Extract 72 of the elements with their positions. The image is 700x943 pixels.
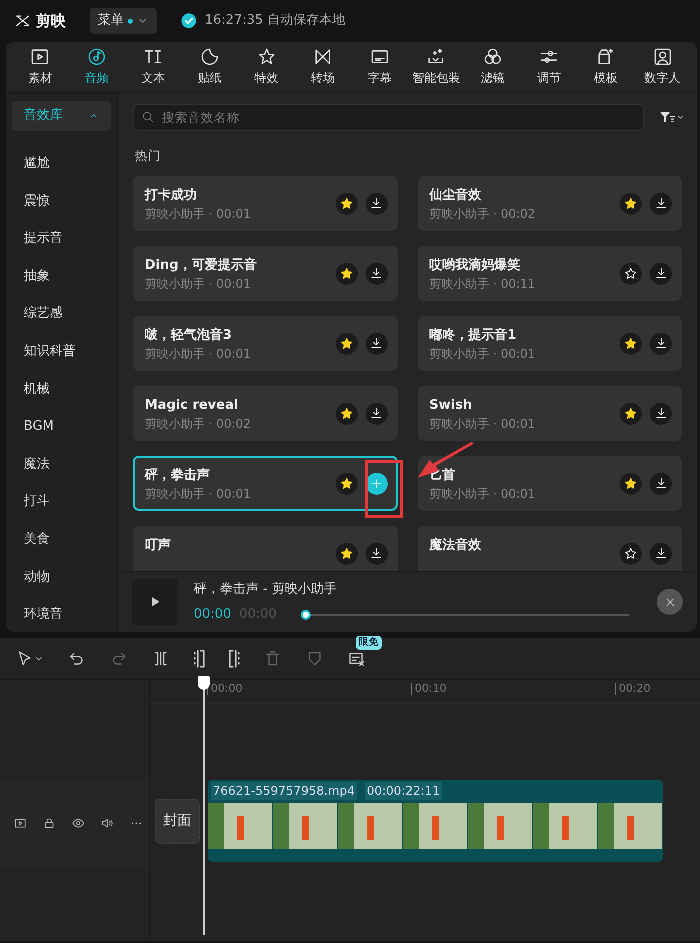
sidebar-item[interactable]: 机械 (12, 370, 111, 408)
toolbar-tab[interactable]: 音频 (68, 43, 126, 91)
sidebar-item[interactable]: 提示音 (12, 220, 111, 258)
sound-title: 嘟咚，提示音1 (430, 326, 518, 345)
sidebar-item[interactable]: 魔法 (12, 446, 111, 484)
sound-meta: 剪映小助手 · 00:01 (145, 486, 252, 504)
sound-title: Swish (430, 396, 474, 415)
sound-card[interactable]: 砰，拳击声 剪映小助手 · 00:01 (133, 456, 398, 511)
search-field[interactable]: 搜索音效名称 (133, 104, 644, 131)
sound-title: 砰，拳击声 (145, 466, 211, 485)
sidebar-item[interactable]: 打斗 (12, 483, 111, 521)
sound-card[interactable]: 叮声 (133, 526, 398, 572)
sidebar-item[interactable]: 美食 (12, 520, 111, 559)
clip-duration: 00:00:22:11 (364, 782, 442, 800)
sound-card[interactable]: 打卡成功 剪映小助手 · 00:01 (133, 176, 398, 231)
clip-filename: 76621-559757958.mp4 (211, 782, 357, 800)
sidebar-item[interactable]: 动物 (12, 558, 111, 596)
toolbar-tab[interactable]: 转场 (294, 43, 352, 91)
current-time: 00:00 (194, 606, 232, 624)
sound-title: 仙尘音效 (430, 186, 482, 205)
sound-meta: 剪映小助手 · 00:02 (430, 206, 537, 224)
sound-card[interactable]: 魔法音效 (418, 526, 682, 572)
sound-card[interactable]: 仙尘音效 剪映小助手 · 00:02 (418, 176, 682, 231)
autosave-status: 16:27:35 自动保存本地 (205, 12, 346, 30)
sound-title: 啵，轻气泡音3 (145, 326, 234, 345)
sound-card[interactable]: Magic reveal 剪映小助手 · 00:02 (133, 386, 398, 441)
sound-title: Ding，可爱提示音 (145, 256, 258, 275)
menu-button[interactable]: 菜单 (90, 8, 157, 34)
preview-title: 砰，拳击声 - 剪映小助手 (194, 580, 338, 599)
sound-card[interactable]: 哎哟我滴妈爆笑 剪映小助手 · 00:11 (418, 246, 682, 301)
toolbar-tab[interactable]: 素材 (12, 43, 69, 91)
sidebar-item[interactable]: 抽象 (12, 258, 111, 296)
toolbar-tab[interactable]: 特效 (238, 43, 295, 91)
sidebar-item[interactable]: 尴尬 (12, 145, 111, 183)
toolbar-tab[interactable]: 数字人 (634, 43, 691, 91)
video-clip[interactable]: 76621-559757958.mp4 00:00:22:11 (208, 780, 663, 862)
sound-meta: 剪映小助手 · 00:11 (430, 276, 537, 294)
sound-title: Magic reveal (145, 396, 240, 415)
toolbar-tab[interactable]: 文本 (125, 43, 182, 91)
sidebar-item[interactable]: 知识科普 (12, 332, 111, 371)
sound-meta: 剪映小助手 · 00:01 (145, 346, 252, 364)
ruler-time-label: 00:10 (411, 683, 447, 695)
sound-meta: 剪映小助手 · 00:01 (430, 486, 537, 504)
sound-title: 哎哟我滴妈爆笑 (430, 256, 522, 275)
sound-card[interactable]: 嘟咚，提示音1 剪映小助手 · 00:01 (418, 316, 682, 371)
sidebar-item[interactable]: 震惊 (12, 182, 111, 220)
sound-meta: 剪映小助手 · 00:01 (145, 276, 252, 294)
sidebar-item[interactable]: BGM (12, 408, 111, 446)
ruler-time-label: 00:20 (615, 683, 651, 695)
sound-card[interactable]: Ding，可爱提示音 剪映小助手 · 00:01 (133, 246, 398, 301)
promo-badge: 限免 (356, 636, 382, 650)
sidebar-item[interactable]: 音效库 (12, 101, 111, 131)
sound-meta: 剪映小助手 · 00:01 (430, 346, 537, 364)
toolbar-tab[interactable]: 滤镜 (464, 43, 522, 91)
section-heading: 热门 (135, 147, 162, 165)
sound-card[interactable]: Swish 剪映小助手 · 00:01 (418, 386, 682, 441)
sidebar-item[interactable]: 环境音 (12, 596, 111, 632)
toolbar-tab[interactable]: 智能包装 (408, 43, 465, 91)
cover-button[interactable]: 封面 (155, 798, 200, 844)
toolbar-tab[interactable]: 模板 (578, 43, 634, 91)
sound-meta: 剪映小助手 · 00:01 (430, 416, 537, 434)
toolbar-tab[interactable]: 贴纸 (182, 43, 238, 91)
sidebar-item[interactable]: 综艺感 (12, 295, 111, 333)
sound-meta: 剪映小助手 · 00:02 (145, 416, 252, 434)
sound-title: 叮声 (145, 536, 172, 555)
app-logo-text: 剪映 (36, 10, 66, 32)
sound-meta: 剪映小助手 · 00:01 (145, 206, 252, 224)
toolbar-tab[interactable]: 字幕 (351, 43, 408, 91)
sound-title: 打卡成功 (145, 186, 198, 205)
sound-title: 魔法音效 (430, 536, 482, 555)
toolbar-tab[interactable]: 调节 (521, 43, 578, 91)
sound-card[interactable]: 啵，轻气泡音3 剪映小助手 · 00:01 (133, 316, 398, 371)
